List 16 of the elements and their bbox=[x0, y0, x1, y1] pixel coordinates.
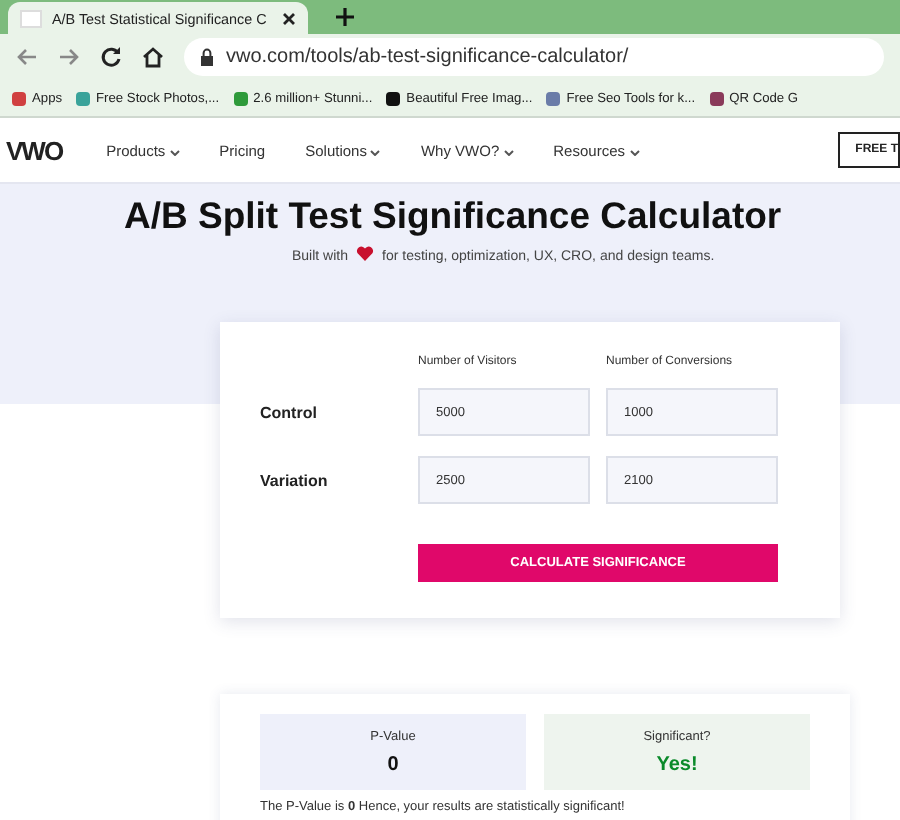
result-value: Yes! bbox=[656, 753, 698, 775]
row-label: Control bbox=[258, 403, 319, 421]
row-label: Variation bbox=[258, 471, 330, 489]
new-tab-icon[interactable] bbox=[336, 8, 354, 26]
site-logo[interactable]: VWO bbox=[6, 135, 63, 165]
back-arrow-icon[interactable] bbox=[16, 46, 38, 68]
favicon-icon bbox=[20, 9, 42, 27]
heart-icon bbox=[356, 246, 375, 266]
forward-arrow-icon[interactable] bbox=[58, 46, 80, 68]
close-icon[interactable] bbox=[282, 11, 296, 25]
address-bar[interactable]: vwo.com/tools/ab-test-significance-calculator/ bbox=[184, 38, 884, 76]
result-value: 0 bbox=[387, 753, 399, 775]
page-title: A/B Split Test Significance Calculator bbox=[122, 192, 784, 238]
reload-icon[interactable] bbox=[100, 46, 122, 68]
lock-icon bbox=[200, 48, 214, 66]
home-icon[interactable] bbox=[142, 46, 164, 68]
